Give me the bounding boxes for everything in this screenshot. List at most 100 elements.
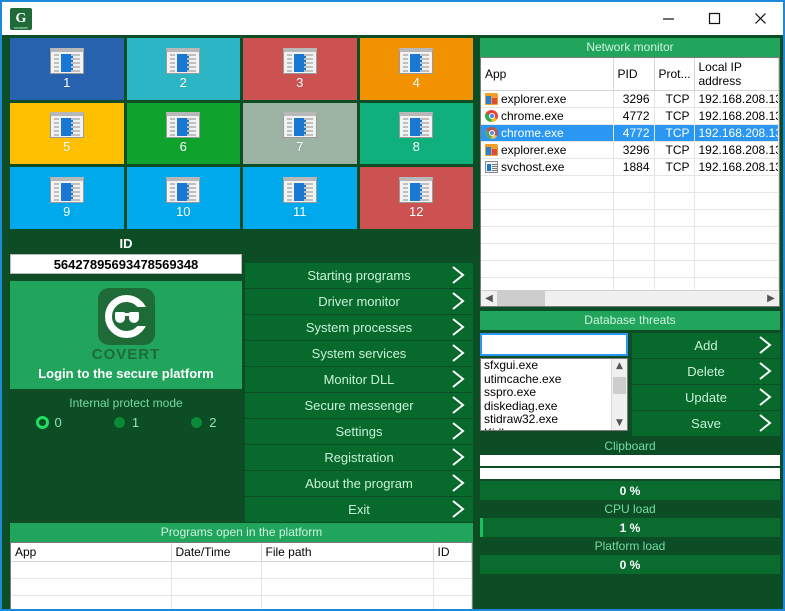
list-item[interactable]: diskediag.exe xyxy=(481,399,611,414)
platform-tile-9[interactable]: 9 xyxy=(10,167,124,229)
protect-mode-radio-2[interactable]: 2 xyxy=(165,415,242,430)
platform-tile-7[interactable]: 7 xyxy=(243,102,357,165)
table-row[interactable] xyxy=(11,595,472,609)
database-threats-panel: Database threats sfxgui.exe utimcache.exe… xyxy=(480,311,780,436)
platform-tile-6[interactable]: 6 xyxy=(126,102,240,165)
table-row[interactable] xyxy=(481,277,779,290)
menu-item-system-services[interactable]: System services xyxy=(245,341,473,366)
table-row[interactable] xyxy=(481,192,779,210)
threat-list[interactable]: sfxgui.exe utimcache.exe sspro.exe diskedia… xyxy=(480,358,628,431)
covert-wordmark: COVERT xyxy=(91,346,161,363)
menu-item-monitor-dll[interactable]: Monitor DLL xyxy=(245,367,473,392)
column-header[interactable]: Prot... xyxy=(654,58,695,91)
app-name: chrome.exe xyxy=(501,109,564,123)
table-row[interactable] xyxy=(481,243,779,261)
close-button[interactable] xyxy=(737,3,783,35)
scroll-track[interactable] xyxy=(497,291,763,306)
protect-mode-radio-0[interactable]: 0 xyxy=(10,415,87,430)
menu-item-secure-messenger[interactable]: Secure messenger xyxy=(245,393,473,418)
menu-item-starting-programs[interactable]: Starting programs xyxy=(245,263,473,288)
platform-tile-3[interactable]: 3 xyxy=(243,38,357,100)
scroll-down-icon[interactable]: ▼ xyxy=(616,416,623,430)
table-row[interactable] xyxy=(481,260,779,278)
add-button[interactable]: Add xyxy=(632,333,780,358)
scroll-up-icon[interactable]: ▲ xyxy=(616,359,623,373)
minimize-button[interactable] xyxy=(645,3,691,35)
scroll-left-icon[interactable]: ◀ xyxy=(481,291,497,306)
table-row[interactable]: chrome.exe 4772TCP192.168.208.136 xyxy=(481,124,779,142)
platform-tile-5[interactable]: 5 xyxy=(10,102,124,165)
menu-item-label: Driver monitor xyxy=(318,294,400,309)
platform-tile-12[interactable]: 12 xyxy=(359,167,473,229)
menu-item-settings[interactable]: Settings xyxy=(245,419,473,444)
table-row[interactable] xyxy=(481,226,779,244)
table-cell-ip: 192.168.208.136 xyxy=(694,107,779,125)
table-cell xyxy=(613,226,655,244)
table-row[interactable] xyxy=(481,209,779,227)
network-monitor-hscrollbar[interactable]: ◀ ▶ xyxy=(481,290,779,306)
table-row[interactable] xyxy=(11,578,472,596)
scroll-thumb[interactable] xyxy=(613,377,626,394)
programs-open-title: Programs open in the platform xyxy=(10,523,473,542)
threat-list-items[interactable]: sfxgui.exe utimcache.exe sspro.exe diskedia… xyxy=(481,359,611,430)
window-icon xyxy=(485,161,498,173)
platform-tile-11[interactable]: 11 xyxy=(243,167,357,229)
column-header[interactable]: PID xyxy=(613,58,655,91)
list-item[interactable]: Kidlogger.exe xyxy=(481,426,611,430)
login-secure-platform-button[interactable]: COVERT Login to the secure platform xyxy=(10,281,242,389)
scroll-thumb[interactable] xyxy=(497,291,545,306)
column-header[interactable]: File path xyxy=(261,543,434,562)
update-button[interactable]: Update xyxy=(632,385,780,410)
clipboard-field-1[interactable] xyxy=(480,455,780,466)
platform-tile-2[interactable]: 2 xyxy=(126,38,240,100)
column-header[interactable]: App xyxy=(11,543,172,562)
platform-tile-8[interactable]: 8 xyxy=(359,102,473,165)
list-item[interactable]: sfxgui.exe xyxy=(481,359,611,373)
menu-item-about-the-program[interactable]: About the program xyxy=(245,471,473,496)
scroll-right-icon[interactable]: ▶ xyxy=(763,291,779,306)
menu-item-registration[interactable]: Registration xyxy=(245,445,473,470)
chevron-right-icon xyxy=(450,264,466,286)
clipboard-field-2[interactable] xyxy=(480,468,780,479)
platform-tile-10[interactable]: 10 xyxy=(126,167,240,229)
column-header[interactable]: App xyxy=(481,58,614,91)
menu-item-exit[interactable]: Exit xyxy=(245,497,473,522)
window-tile-icon xyxy=(49,177,84,204)
save-button[interactable]: Save xyxy=(632,411,780,436)
table-cell-pid: 3296 xyxy=(613,141,655,159)
table-row[interactable]: svchost.exe 1884TCP192.168.208.136 xyxy=(481,158,779,176)
platform-tile-number: 1 xyxy=(63,74,71,90)
menu-item-driver-monitor[interactable]: Driver monitor xyxy=(245,289,473,314)
id-value-field[interactable]: 56427895693478569348 xyxy=(10,254,242,274)
column-header[interactable]: ID xyxy=(433,543,472,562)
protect-mode-radio-1[interactable]: 1 xyxy=(87,415,164,430)
app-logo-letter: G xyxy=(15,10,27,26)
cpu-load-meter: 1 % xyxy=(480,518,780,537)
window-tile-icon xyxy=(399,112,434,139)
table-cell xyxy=(481,277,614,290)
table-cell-prot: TCP xyxy=(654,90,695,108)
table-row[interactable]: chrome.exe 4772TCP192.168.208.136 xyxy=(481,107,779,125)
menu-item-system-processes[interactable]: System processes xyxy=(245,315,473,340)
threat-list-vscrollbar[interactable]: ▲ ▼ xyxy=(611,359,627,430)
platform-tile-1[interactable]: 1 xyxy=(10,38,124,100)
threat-name-input[interactable] xyxy=(480,333,628,356)
platform-tile-4[interactable]: 4 xyxy=(359,38,473,100)
table-cell xyxy=(261,561,434,579)
folder-icon xyxy=(485,144,498,156)
table-row[interactable]: explorer.exe 3296TCP192.168.208.136 xyxy=(481,141,779,159)
list-item[interactable]: sspro.exe xyxy=(481,385,611,400)
platform-tile-number: 5 xyxy=(63,139,71,155)
column-header[interactable]: Local IP address xyxy=(694,58,779,91)
table-cell-pid: 1884 xyxy=(613,158,655,176)
list-item[interactable]: utimcache.exe xyxy=(481,372,611,387)
table-row[interactable]: explorer.exe 3296TCP192.168.208.136 xyxy=(481,90,779,108)
table-row[interactable] xyxy=(481,175,779,193)
delete-button[interactable]: Delete xyxy=(632,359,780,384)
programs-open-body xyxy=(11,561,472,609)
column-header[interactable]: Date/Time xyxy=(171,543,262,562)
list-item[interactable]: stidraw32.exe xyxy=(481,412,611,427)
menu-item-label: System processes xyxy=(305,320,413,335)
maximize-button[interactable] xyxy=(691,3,737,35)
table-row[interactable] xyxy=(11,561,472,579)
